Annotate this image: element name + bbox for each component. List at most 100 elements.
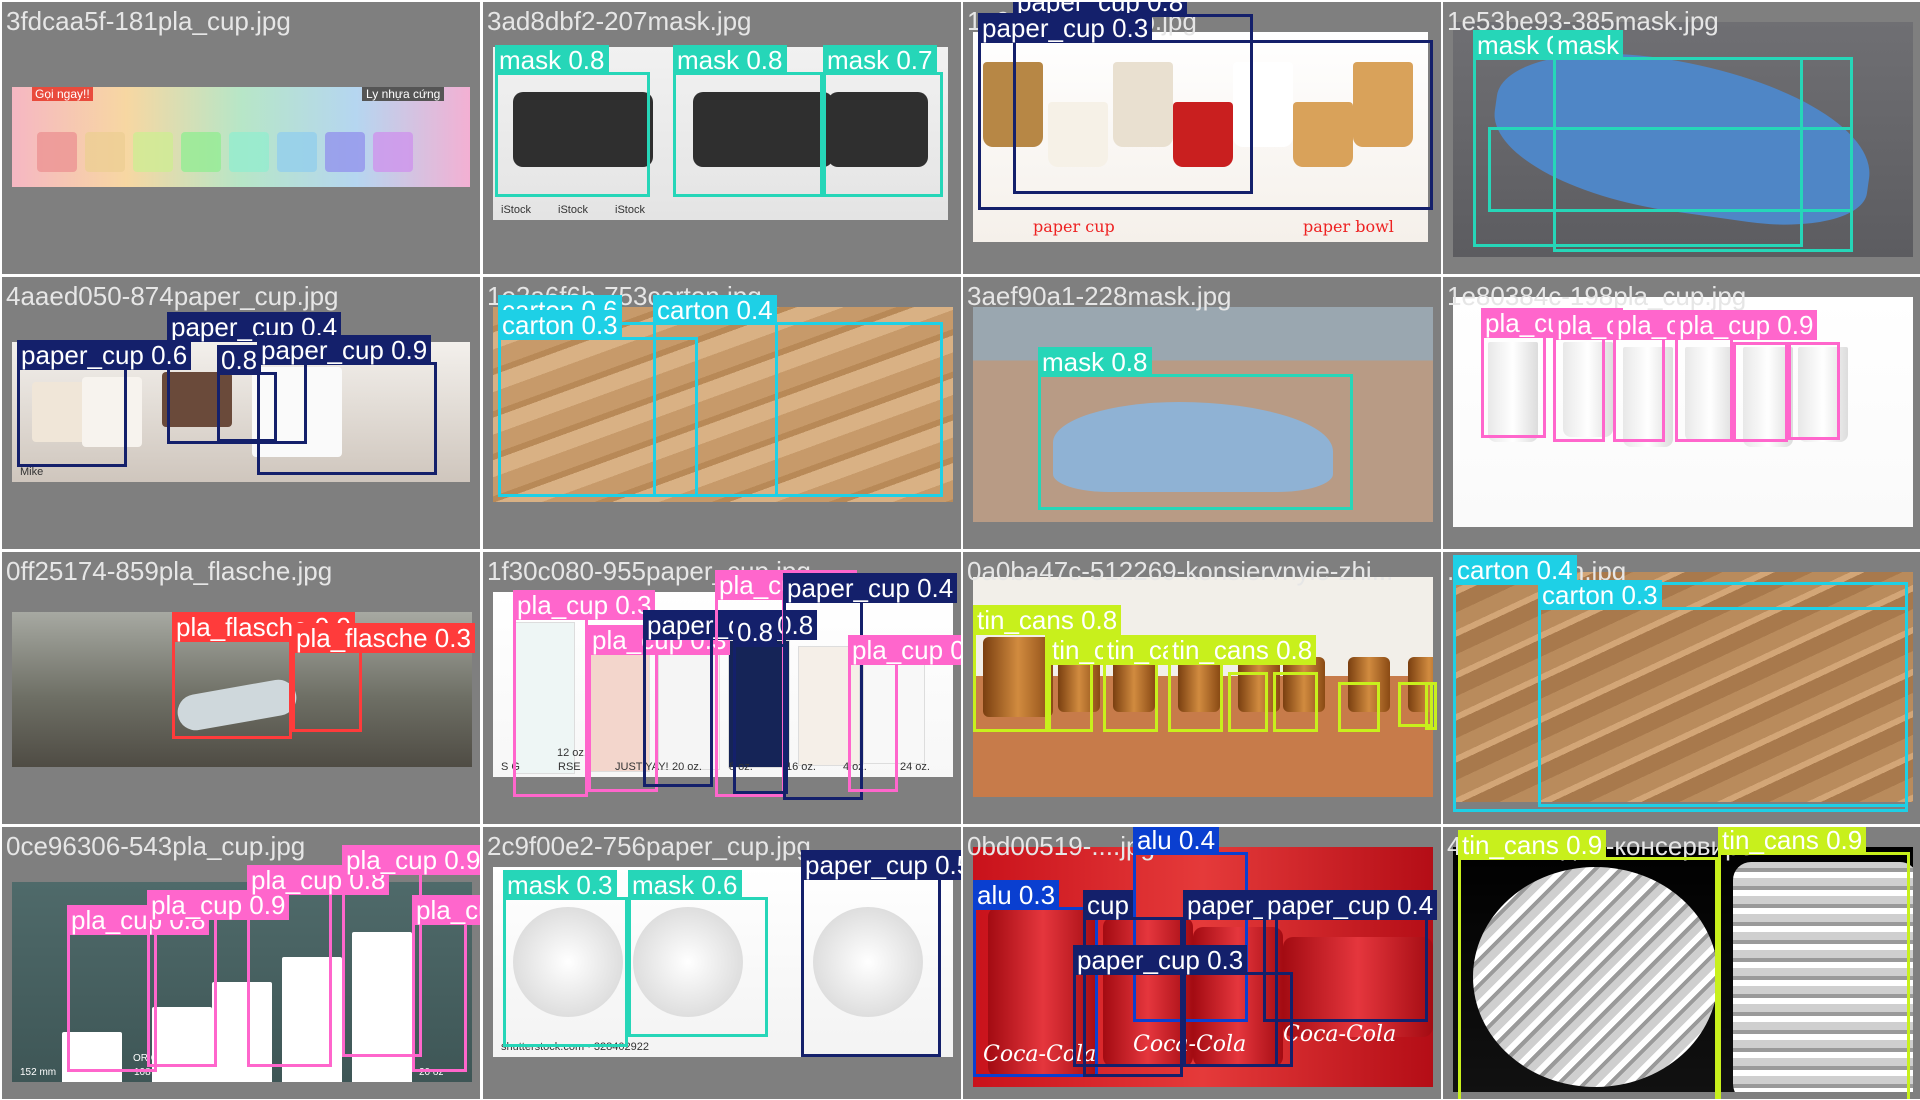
plastic-cup-photo — [85, 132, 125, 172]
detection-label: mask 0.7 — [823, 45, 937, 75]
tile-filename: 0ff25174-859pla_flasche.jpg — [6, 556, 333, 586]
detection-box: tin_cans 0.8 — [1103, 635, 1252, 732]
detection-box: pla_cup 0.8 — [247, 865, 390, 1067]
detection-box: tin_cans 0.9 — [1048, 635, 1197, 732]
detection-box: 0.8 — [217, 345, 277, 442]
detection-box: pla_cup 0.5 — [848, 635, 961, 792]
detection-tile: 3aef90a1-228mask.jpg mask 0.8 — [963, 277, 1441, 549]
detection-label: 0.8 — [733, 617, 778, 647]
plastic-cup-photo — [325, 132, 365, 172]
detection-tile: 1e80384c-198pla_cup.jpgpla_cup 0.9pla_cu… — [1443, 277, 1920, 549]
tile-filename: 0a0ba47c-512269-konsiervnyie-zhi... — [967, 556, 1394, 586]
detection-label: mask 0.8 — [673, 45, 787, 75]
detection-label: carton 0.4 — [653, 295, 777, 325]
detection-box: mask 0.8 — [495, 45, 650, 197]
detection-box — [1425, 682, 1437, 730]
detection-box: pla_cup 0.3 — [513, 590, 656, 797]
detection-box: pla_cup 0.9 — [1675, 310, 1818, 442]
detection-label: mask 0.8 — [495, 45, 609, 75]
detection-label: paper_cup 0.6 — [17, 340, 192, 370]
detection-tile: S G RSE JUST YAY! 20 oz. 8 oz. 16 oz. 4 oz. 24 … — [483, 552, 961, 824]
detection-tile: 4...банка-для-консервиров... tin_cans 0.9… — [1443, 827, 1920, 1099]
detection-label: tin_cans 0.9 — [1718, 827, 1867, 855]
detection-box: paper_cup 0.3 — [978, 13, 1433, 210]
detection-label: paper_cup 0.5 — [801, 850, 961, 880]
detection-box: mask 0.8 — [1038, 347, 1353, 510]
detection-label: tin_cans 0.8 — [1168, 635, 1317, 665]
photo-text: iStock — [615, 204, 645, 216]
detection-tile: ...671carton.jpgcarton 0.4carton 0.3 — [1443, 552, 1920, 824]
detection-label: 0.8 — [217, 345, 262, 375]
detection-tile: Coca-Cola Coca-Cola Coca-Cola 0bd00519-....… — [963, 827, 1441, 1099]
detection-tile: Gọi ngay!! Ly nhựa cứng 3fdcaa5f-181pla_cu… — [2, 2, 480, 274]
detection-label: pla_cup 0.3 — [513, 590, 656, 620]
detection-label: mask 0.3 — [503, 870, 617, 900]
detection-tile: shutterstock.com · 328402922 2c9f00e2-756… — [483, 827, 961, 1099]
photo-text: Coca-Cola — [1283, 1022, 1397, 1047]
detection-label: paper_cup 0.4 — [1263, 890, 1438, 920]
detection-box: paper_cup 0.9 — [257, 335, 437, 475]
detection-tile: 0ff25174-859pla_flasche.jpg pla_flasche 0… — [2, 552, 480, 824]
photo-text: 16 oz — [362, 1067, 387, 1078]
detection-box — [1733, 342, 1788, 442]
detection-label: tin_cans 0.9 — [1458, 830, 1607, 860]
plastic-cup-photo — [229, 132, 269, 172]
detection-box: pla_flasche 0.9 — [172, 612, 355, 739]
detection-label: paper_cup 0.3 — [978, 13, 1153, 43]
photo-text: Ly nhựa cứng — [362, 87, 445, 101]
detection-label: tin_cans 0.8 — [973, 605, 1122, 635]
detection-label: carton 0.3 — [1538, 580, 1662, 610]
detection-box: paper_cup 0.8 — [643, 610, 818, 787]
detection-label: pla_flasche 0.3 — [292, 623, 475, 653]
detection-box: pla_flasche 0.3 — [292, 623, 475, 732]
photo-text: 72 mm — [191, 1067, 222, 1078]
detection-tile: 152 mm 137 mm 108 mm 72 mm 8 oz 12 oz 16 oz 20 … — [2, 827, 480, 1099]
detection-box: pla_cup 0.9 — [1481, 308, 1624, 438]
tile-filename: 3aef90a1-228mask.jpg — [967, 281, 1232, 311]
detection-grid: Gọi ngay!! Ly nhựa cứng 3fdcaa5f-181pla_cu… — [0, 0, 1920, 1100]
photo-text: 24 oz. — [900, 761, 930, 773]
detection-box: mask 0.8 — [673, 45, 823, 197]
detection-box: pla_cup 0.9 — [1553, 310, 1696, 442]
photo-text: 8 oz — [248, 1067, 267, 1078]
plastic-cup-photo — [373, 132, 413, 172]
detection-box — [1273, 672, 1318, 732]
detection-label: pla_cup 0.9 — [1675, 310, 1818, 340]
tile-filename: 4aaed050-874paper_cup.jpg — [6, 281, 339, 311]
photo-text: Gọi ngay!! — [32, 87, 93, 101]
tile-filename: 1e80384c-198pla_cup.jpg — [1447, 281, 1747, 311]
detection-label: paper_cup 0.3 — [1073, 945, 1248, 975]
detection-tile: 1e53be93-385mask.jpg mask 0.3 mask — [1443, 2, 1920, 274]
plastic-cup-photo — [181, 132, 221, 172]
detection-box: mask 0.7 — [823, 45, 943, 197]
detection-tile: Mike 4aaed050-874paper_cup.jpg paper_cup 0… — [2, 277, 480, 549]
detection-tile: paper cuppaper bowl1a9...paper_cup.jpgpa… — [963, 2, 1441, 274]
detection-box: pla_cup 0.5 — [412, 895, 480, 1072]
detection-box: tin_cans 0.8 — [973, 605, 1122, 732]
detection-label: alu 0.4 — [1133, 827, 1220, 855]
detection-label: carton 0.3 — [498, 310, 622, 340]
detection-box: mask 0.3 — [503, 870, 628, 1047]
detection-label: alu 0.3 — [973, 880, 1060, 910]
detection-box: 0.8 — [733, 617, 788, 794]
detection-tile: 0a0ba47c-512269-konsiervnyie-zhi... tin_c… — [963, 552, 1441, 824]
detection-box: paper_cup 0.6 — [17, 340, 192, 467]
photo-text: paper cup — [1033, 217, 1115, 236]
detection-label: cup — [1083, 890, 1133, 920]
detection-box: tin_cans 0.9 — [1718, 827, 1910, 1099]
tile-filename: 3ad8dbf2-207mask.jpg — [487, 6, 752, 36]
tile-filename: 0bd00519-....jpg — [967, 831, 1155, 861]
detection-box: pla_cup 0.9 — [342, 845, 480, 1057]
detection-box: carton 0.3 — [498, 310, 698, 497]
tile-filename: 3fdcaa5f-181pla_cup.jpg — [6, 6, 291, 36]
detection-box — [1228, 672, 1268, 732]
plastic-cup-photo — [37, 132, 77, 172]
detection-label: paper_cup 0.4 — [783, 573, 958, 603]
photo-text: iStock — [501, 204, 531, 216]
plastic-cup-photo — [133, 132, 173, 172]
detection-box: carton 0.3 — [1538, 580, 1908, 807]
detection-box: mask 0.6 — [628, 870, 768, 1037]
detection-box — [1338, 682, 1380, 732]
photo-text: 12 oz — [305, 1067, 330, 1078]
detection-label: pla_cup 0.5 — [412, 895, 480, 925]
